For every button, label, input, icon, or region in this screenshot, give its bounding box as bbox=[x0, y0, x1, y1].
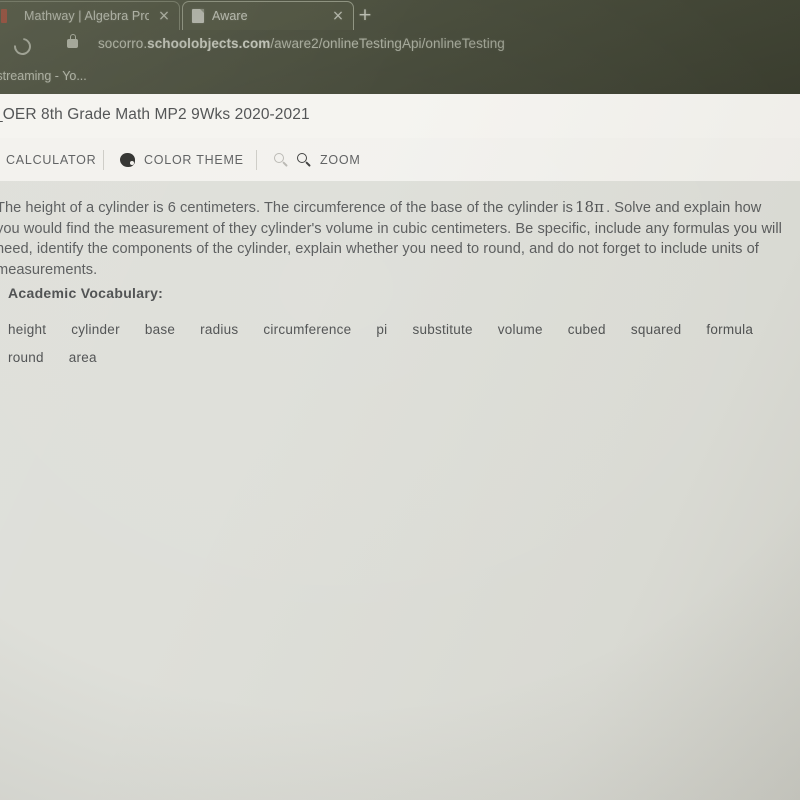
favicon-aware-document-icon bbox=[192, 8, 205, 23]
palette-icon bbox=[120, 152, 135, 167]
vocabulary-word: pi bbox=[376, 322, 388, 337]
vocabulary-word: area bbox=[68, 350, 97, 365]
bookmark-item-streaming[interactable]: e streaming - Yo... bbox=[0, 69, 87, 83]
lock-icon[interactable] bbox=[67, 34, 78, 48]
question-part-1: The height of a cylinder is 6 centimeter… bbox=[0, 200, 573, 216]
toolbar-divider bbox=[103, 150, 104, 170]
vocabulary-word: cubed bbox=[567, 322, 606, 337]
tab-title: Aware bbox=[212, 8, 248, 23]
favicon-mathway bbox=[1, 8, 17, 23]
vocabulary-word: squared bbox=[630, 322, 682, 337]
question-math-expression: 18π bbox=[574, 198, 605, 216]
browser-tab-aware[interactable]: Aware × bbox=[182, 1, 354, 30]
screenshot-root: Mathway | Algebra Proble × Aware × + bbox=[0, 0, 800, 800]
magnifier-plus-icon[interactable] bbox=[297, 152, 311, 167]
vocabulary-word: base bbox=[144, 322, 176, 337]
url-prefix: socorro. bbox=[98, 36, 148, 51]
web-page: _OER 8th Grade Math MP2 9Wks 2020-2021 C… bbox=[0, 94, 800, 800]
omnibox-row: socorro.schoolobjects.com/aware2/onlineT… bbox=[0, 32, 800, 64]
color-theme-label: COLOR THEME bbox=[144, 152, 244, 167]
bookmarks-bar: e streaming - Yo... bbox=[0, 66, 800, 90]
address-bar[interactable]: socorro.schoolobjects.com/aware2/onlineT… bbox=[98, 36, 505, 51]
vocabulary-word: substitute bbox=[412, 322, 473, 337]
vocabulary-word: cylinder bbox=[71, 322, 120, 337]
reload-icon[interactable] bbox=[10, 34, 35, 59]
vocabulary-word: round bbox=[8, 350, 44, 365]
browser-chrome: Mathway | Algebra Proble × Aware × + bbox=[0, 0, 800, 96]
academic-vocabulary-list: height cylinder base radius circumferenc… bbox=[8, 319, 778, 369]
page-title: _OER 8th Grade Math MP2 9Wks 2020-2021 bbox=[0, 106, 310, 123]
calculator-button[interactable]: CALCULATOR bbox=[6, 147, 96, 172]
vocabulary-word: circumference bbox=[263, 322, 352, 337]
tab-title: Mathway | Algebra Proble bbox=[24, 8, 149, 23]
question-text: The height of a cylinder is 6 centimeter… bbox=[0, 197, 788, 280]
toolbar-divider bbox=[256, 150, 257, 170]
vocabulary-word: formula bbox=[706, 322, 754, 337]
vocabulary-word: radius bbox=[200, 322, 239, 337]
vocabulary-word: volume bbox=[497, 322, 543, 337]
calculator-label: CALCULATOR bbox=[6, 152, 97, 167]
browser-tab-mathway[interactable]: Mathway | Algebra Proble × bbox=[0, 1, 180, 30]
url-host: schoolobjects.com bbox=[147, 36, 271, 51]
academic-vocabulary-heading: Academic Vocabulary: bbox=[8, 285, 164, 301]
test-content-area: The height of a cylinder is 6 centimeter… bbox=[0, 181, 800, 800]
tab-strip: Mathway | Algebra Proble × Aware × + bbox=[0, 0, 800, 30]
zoom-label: ZOOM bbox=[320, 152, 361, 167]
tab-close-icon[interactable]: × bbox=[156, 8, 172, 24]
magnifier-minus-icon[interactable] bbox=[274, 152, 288, 167]
vocabulary-word: height bbox=[8, 322, 47, 337]
test-toolbar: CALCULATOR COLOR THEME ZOOM bbox=[0, 138, 800, 182]
zoom-controls[interactable]: ZOOM bbox=[274, 147, 361, 172]
url-path: /aware2/onlineTestingApi/onlineTesting bbox=[270, 36, 505, 51]
new-tab-button[interactable]: + bbox=[354, 4, 376, 26]
page-title-bar: _OER 8th Grade Math MP2 9Wks 2020-2021 bbox=[0, 94, 800, 138]
tab-close-icon[interactable]: × bbox=[330, 8, 346, 24]
color-theme-button[interactable]: COLOR THEME bbox=[120, 147, 244, 172]
